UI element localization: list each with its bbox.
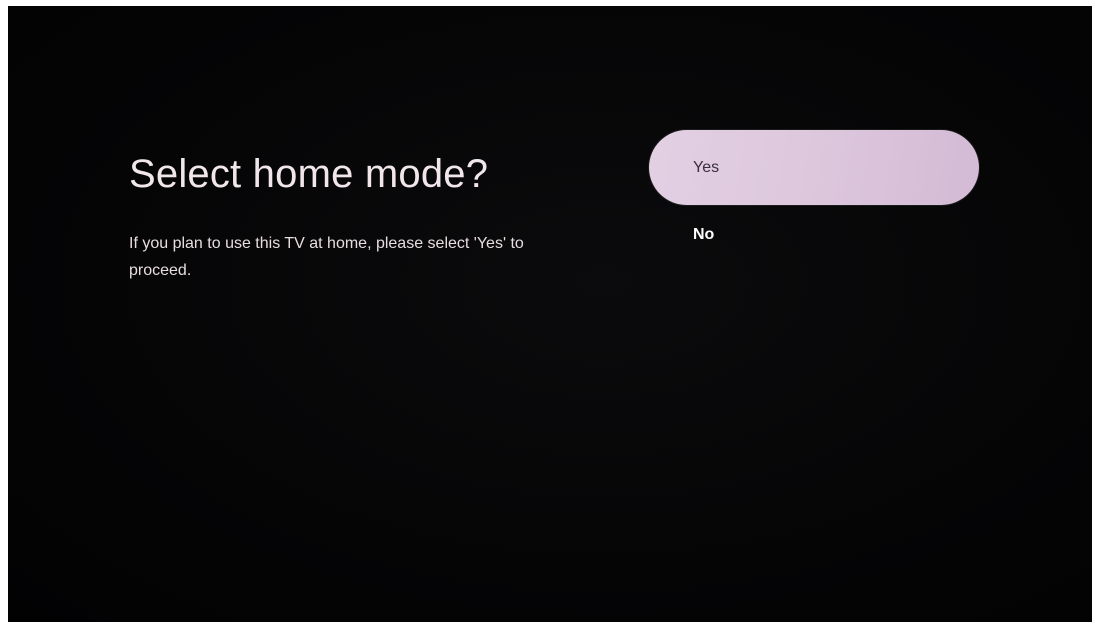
page-description: If you plan to use this TV at home, plea… (129, 235, 524, 279)
tv-screen: Select home mode? If you plan to use thi… (8, 6, 1092, 622)
page-title: Select home mode? (129, 152, 489, 196)
yes-option-label: Yes (693, 158, 720, 176)
no-option[interactable]: No (649, 215, 979, 255)
yes-option[interactable]: Yes (649, 130, 979, 205)
no-option-label: No (693, 226, 715, 243)
option-list: Yes No (649, 130, 979, 255)
photo-frame: Select home mode? If you plan to use thi… (0, 0, 1094, 624)
